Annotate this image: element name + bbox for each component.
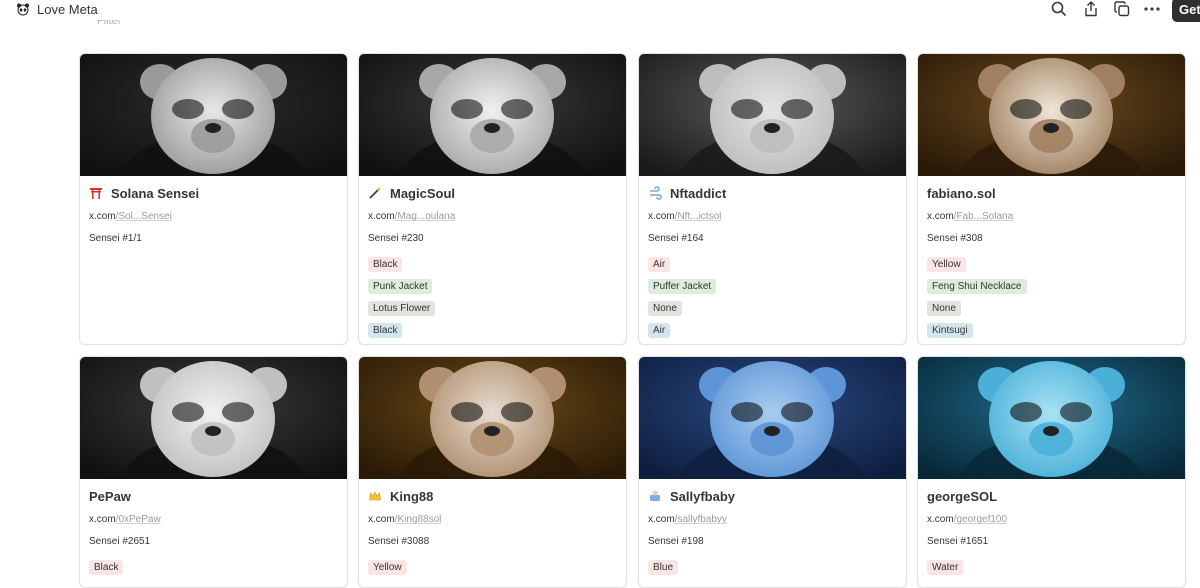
property-tag: Black: [368, 323, 403, 338]
card-cover-image[interactable]: [639, 357, 906, 479]
card-name: PePaw: [89, 488, 131, 504]
card-x-link[interactable]: x.com/Mag...oulana: [359, 210, 626, 232]
card-sensei-number: Sensei #164: [648, 233, 704, 244]
app-title: Love Meta: [37, 2, 98, 17]
card-name: MagicSoul: [390, 185, 456, 201]
more-icon[interactable]: [1142, 0, 1162, 18]
card-name: fabiano.sol: [927, 185, 996, 201]
card-title[interactable]: georgeSOL: [918, 479, 1185, 513]
card-x-link[interactable]: x.com/Sol...Sensei: [80, 210, 347, 232]
property-tag: Feng Shui Necklace: [927, 279, 1027, 294]
card-cover-image[interactable]: [359, 54, 626, 176]
top-bar: Love Meta Get: [0, 0, 1200, 22]
gallery-card[interactable]: Nftaddict x.com/Nft...ictsol Sensei #164…: [638, 53, 907, 345]
card-title[interactable]: Solana Sensei: [80, 176, 347, 210]
card-x-link[interactable]: x.com/georgef100: [918, 513, 1185, 535]
card-title[interactable]: fabiano.sol: [918, 176, 1185, 210]
card-title[interactable]: King88: [359, 479, 626, 513]
card-cover-image[interactable]: [918, 54, 1185, 176]
card-title[interactable]: MagicSoul: [359, 176, 626, 210]
card-name: Solana Sensei: [111, 185, 200, 201]
card-cover-image[interactable]: [918, 357, 1185, 479]
gallery-card[interactable]: georgeSOL x.com/georgef100 Sensei #1651 …: [917, 356, 1186, 588]
card-name: georgeSOL: [927, 488, 998, 504]
card-name: Sallyfbaby: [670, 488, 736, 504]
property-tag: None: [927, 301, 961, 316]
gallery-card[interactable]: King88 x.com/King88sol Sensei #3088 Yell…: [358, 356, 627, 588]
card-cover-image[interactable]: [639, 54, 906, 176]
gallery-card[interactable]: fabiano.sol x.com/Fab...Solana Sensei #3…: [917, 53, 1186, 345]
property-tag: Punk Jacket: [368, 279, 433, 294]
gallery-card[interactable]: Sallyfbaby x.com/sallyfbabyy Sensei #198…: [638, 356, 907, 588]
card-title[interactable]: Nftaddict: [639, 176, 906, 210]
card-sensei-number: Sensei #1651: [927, 536, 989, 547]
card-sensei-number: Sensei #308: [927, 233, 983, 244]
get-button[interactable]: Get: [1172, 0, 1200, 22]
search-icon[interactable]: [1049, 0, 1069, 18]
wind-icon: [648, 186, 662, 200]
property-tag: None: [648, 301, 682, 316]
torii-icon: [89, 186, 103, 200]
share-icon[interactable]: [1081, 0, 1101, 18]
card-x-link[interactable]: x.com/Fab...Solana: [918, 210, 1185, 232]
gallery-card[interactable]: PePaw x.com/0xPePaw Sensei #2651 Black: [79, 356, 348, 588]
card-cover-image[interactable]: [80, 54, 347, 176]
card-x-link[interactable]: x.com/0xPePaw: [80, 513, 347, 535]
gallery-card[interactable]: Solana Sensei x.com/Sol...Sensei Sensei …: [79, 53, 348, 345]
property-tag: Air: [648, 323, 671, 338]
property-tag: Puffer Jacket: [648, 279, 717, 294]
property-tag: Lotus Flower: [368, 301, 436, 316]
card-sensei-number: Sensei #198: [648, 536, 704, 547]
card-sensei-number: Sensei #2651: [89, 536, 151, 547]
card-sensei-number: Sensei #1/1: [89, 233, 142, 244]
card-title[interactable]: Sallyfbaby: [639, 479, 906, 513]
card-name: Nftaddict: [670, 185, 727, 201]
card-cover-image[interactable]: [359, 357, 626, 479]
card-x-link[interactable]: x.com/sallyfbabyy: [639, 513, 906, 535]
magic-wand-icon: [368, 186, 382, 200]
card-x-link[interactable]: x.com/King88sol: [359, 513, 626, 535]
duplicate-icon[interactable]: [1112, 0, 1132, 18]
card-name: King88: [390, 488, 434, 504]
crown-icon: [368, 489, 382, 503]
property-tag: Yellow: [927, 257, 966, 272]
card-sensei-number: Sensei #3088: [368, 536, 430, 547]
card-title[interactable]: PePaw: [80, 479, 347, 513]
property-tag: Air: [648, 257, 671, 272]
property-tag: Kintsugi: [927, 323, 973, 338]
baby-icon: [648, 489, 662, 503]
app-logo-icon: [16, 2, 30, 16]
card-x-link[interactable]: x.com/Nft...ictsol: [639, 210, 906, 232]
card-sensei-number: Sensei #230: [368, 233, 424, 244]
property-tag: Black: [368, 257, 403, 272]
gallery-card[interactable]: MagicSoul x.com/Mag...oulana Sensei #230…: [358, 53, 627, 345]
card-cover-image[interactable]: [80, 357, 347, 479]
